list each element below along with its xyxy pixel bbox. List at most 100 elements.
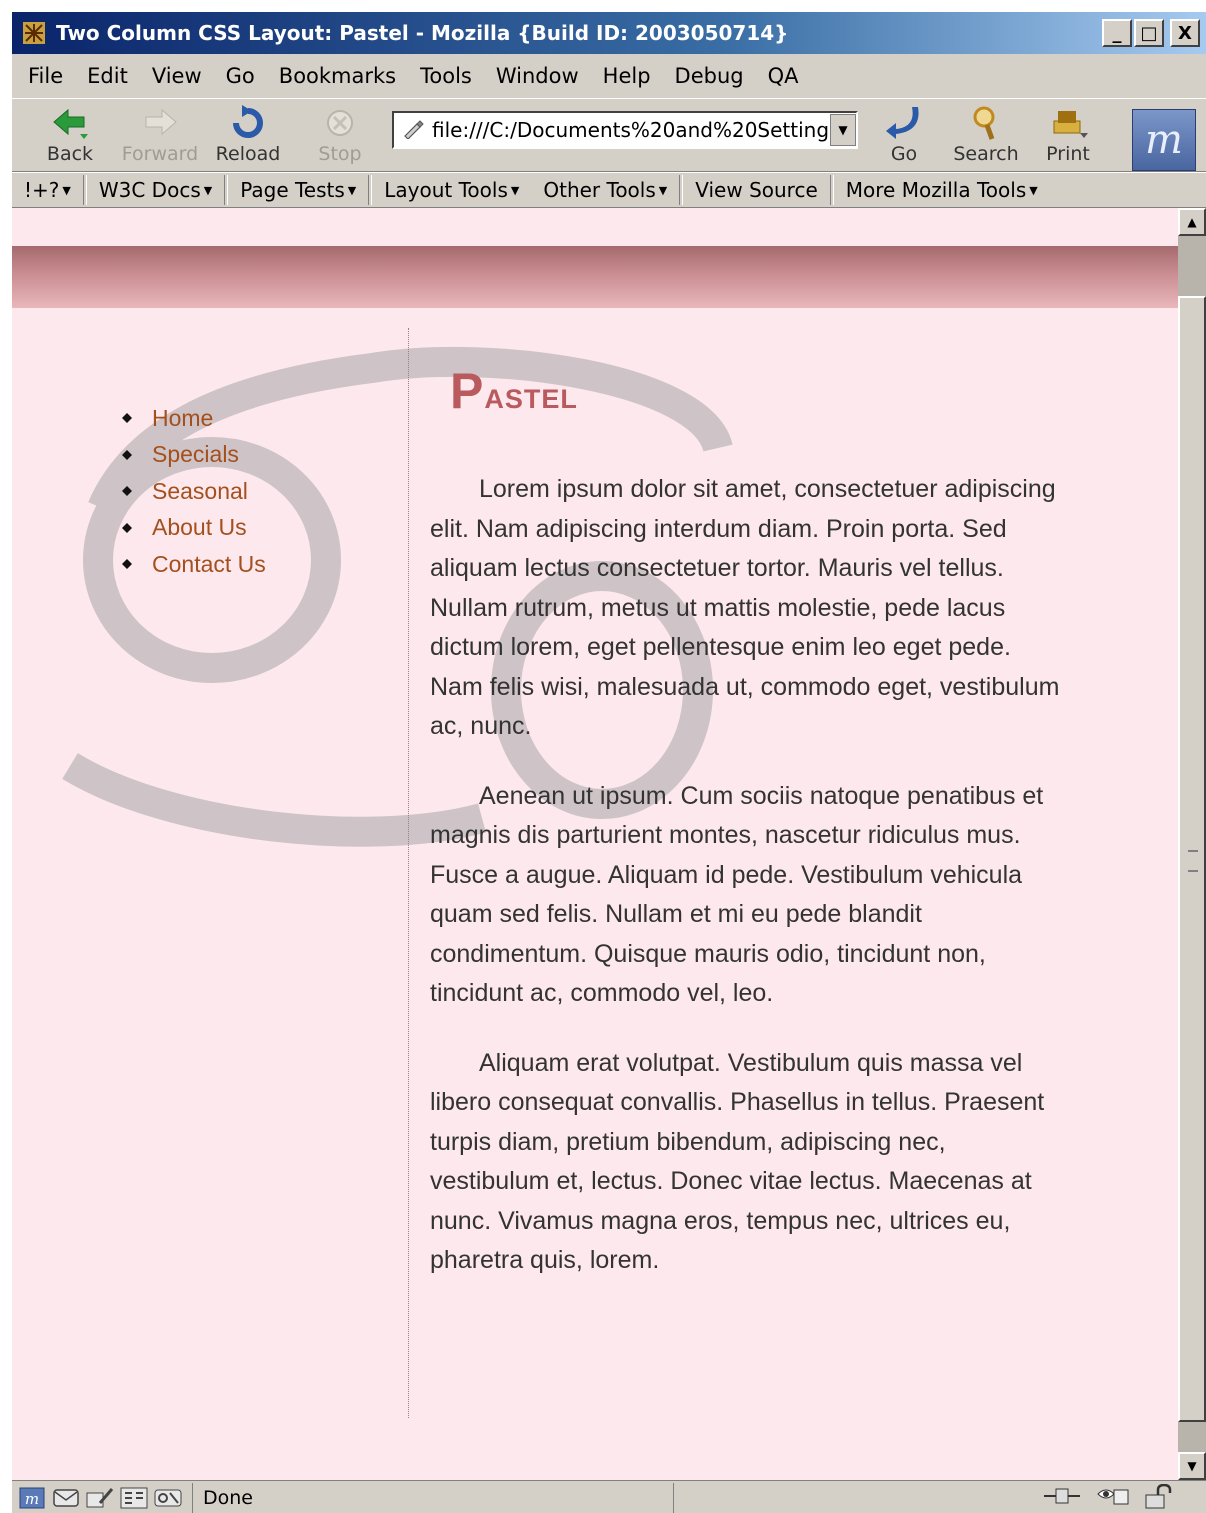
security-lock-icon[interactable] [1144, 1483, 1176, 1513]
throbber-label: m [1145, 117, 1183, 163]
menu-go[interactable]: Go [226, 64, 255, 88]
toolbar-more-mozilla-tools-label: More Mozilla Tools [845, 178, 1027, 202]
toolbar-bang-menu[interactable]: !+? ▼ [12, 173, 83, 207]
chevron-down-icon: ▼ [203, 183, 213, 197]
cookie-status-icon[interactable] [1096, 1484, 1130, 1513]
toolbar-page-tests-label: Page Tests [240, 178, 345, 202]
nav-item-seasonal[interactable]: Seasonal [122, 473, 266, 510]
content-paragraph: Lorem ipsum dolor sit amet, consectetuer… [430, 475, 1060, 740]
menu-file[interactable]: File [28, 64, 63, 88]
search-label: Search [953, 143, 1019, 165]
search-icon [966, 105, 1006, 141]
nav-link-contact-us[interactable]: Contact Us [152, 551, 266, 578]
menu-window[interactable]: Window [496, 64, 579, 88]
nav-item-home[interactable]: Home [122, 400, 266, 437]
go-arrow-icon [884, 105, 924, 141]
content-paragraph: Aliquam erat volutpat. Vestibulum quis m… [430, 1048, 1045, 1275]
diamond-bullet-icon [122, 486, 132, 497]
page-icon [402, 117, 424, 143]
maximize-button[interactable]: □ [1134, 19, 1164, 47]
toolbar-layout-tools-label: Layout Tools [384, 178, 508, 202]
nav-link-about-us[interactable]: About Us [152, 514, 247, 541]
address-book-icon[interactable] [120, 1486, 148, 1510]
header-banner [12, 246, 1178, 308]
chevron-down-icon: ▼ [347, 183, 357, 197]
throbber-mozilla-logo[interactable]: m [1132, 109, 1196, 171]
diamond-bullet-icon [122, 559, 132, 570]
chevron-down-icon: ▼ [510, 183, 520, 197]
nav-item-specials[interactable]: Specials [122, 437, 266, 474]
window-controls: _ □ X [1102, 19, 1200, 47]
page-title-rest: astel [484, 375, 578, 417]
search-button[interactable]: Search [946, 103, 1026, 165]
navigator-icon[interactable]: m [18, 1486, 46, 1510]
menu-qa[interactable]: QA [768, 64, 799, 88]
site-navigation: Home Specials Seasonal About Us Contact … [122, 400, 266, 583]
toolbar-bang-label: !+? [24, 178, 60, 202]
print-button[interactable]: Print [1028, 103, 1108, 165]
url-bar[interactable]: file:///C:/Documents%20and%20Setting ▼ [392, 111, 858, 149]
reload-button[interactable]: Reload [208, 103, 288, 165]
page-title-initial: P [450, 363, 485, 419]
close-button[interactable]: X [1170, 19, 1200, 47]
diamond-bullet-icon [122, 522, 132, 533]
print-label: Print [1046, 143, 1090, 165]
irc-chat-icon[interactable] [154, 1486, 182, 1510]
menu-edit[interactable]: Edit [87, 64, 128, 88]
nav-item-about-us[interactable]: About Us [122, 510, 266, 547]
forward-button[interactable]: Forward [120, 103, 200, 165]
scroll-down-arrow-icon: ▼ [1187, 1459, 1197, 1473]
composer-icon[interactable] [86, 1486, 114, 1510]
nav-link-seasonal[interactable]: Seasonal [152, 478, 248, 505]
page-viewport[interactable]: Home Specials Seasonal About Us Contact … [12, 208, 1178, 1480]
menu-help[interactable]: Help [603, 64, 651, 88]
scroll-up-button[interactable]: ▲ [1178, 208, 1206, 236]
nav-link-specials[interactable]: Specials [152, 441, 239, 468]
svg-text:m: m [25, 1490, 39, 1508]
vertical-scrollbar[interactable]: ▲ ▼ [1178, 208, 1206, 1480]
online-status-icon[interactable] [1042, 1484, 1082, 1513]
toolbar-w3c-docs-label: W3C Docs [98, 178, 201, 202]
reload-icon [228, 105, 268, 141]
mail-icon[interactable] [52, 1486, 80, 1510]
toolbar-more-mozilla-tools[interactable]: More Mozilla Tools ▼ [834, 173, 1050, 207]
back-button[interactable]: Back [30, 103, 110, 165]
stop-icon [320, 105, 360, 141]
toolbar-w3c-docs[interactable]: W3C Docs ▼ [87, 173, 224, 207]
nav-link-home[interactable]: Home [152, 405, 213, 432]
menu-tools[interactable]: Tools [420, 64, 472, 88]
column-divider [408, 328, 409, 1418]
minimize-button[interactable]: _ [1102, 19, 1132, 47]
scrollbar-grip [1188, 850, 1198, 872]
diamond-bullet-icon [122, 413, 132, 424]
close-icon: X [1178, 22, 1192, 44]
menu-bookmarks[interactable]: Bookmarks [279, 64, 396, 88]
personal-toolbar: !+? ▼ W3C Docs ▼ Page Tests ▼ Layout Tools ▼… [12, 172, 1206, 208]
back-label: Back [46, 143, 94, 165]
reload-label: Reload [215, 143, 281, 165]
scroll-down-button[interactable]: ▼ [1178, 1452, 1206, 1480]
go-label: Go [890, 143, 918, 165]
back-arrow-icon [50, 105, 90, 141]
content-paragraph: Aenean ut ipsum. Cum sociis natoque pena… [430, 781, 1044, 1008]
nav-item-contact-us[interactable]: Contact Us [122, 546, 266, 583]
menu-view[interactable]: View [152, 64, 202, 88]
maximize-icon: □ [1140, 22, 1158, 44]
url-text[interactable]: file:///C:/Documents%20and%20Setting [432, 118, 830, 142]
menu-bar: File Edit View Go Bookmarks Tools Window… [12, 56, 1206, 96]
toolbar-other-tools-label: Other Tools [543, 178, 656, 202]
toolbar-other-tools[interactable]: Other Tools ▼ [531, 173, 679, 207]
title-bar: Two Column CSS Layout: Pastel - Mozilla … [12, 12, 1206, 54]
stop-button[interactable]: Stop [300, 103, 380, 165]
url-dropdown-icon[interactable]: ▼ [830, 114, 856, 146]
mozilla-app-icon [20, 19, 48, 47]
main-content: Lorem ipsum dolor sit amet, consectetuer… [430, 470, 1066, 1311]
navigation-toolbar: Back Forward Reload Stop file:///C:/Docu… [12, 98, 1206, 172]
status-text: Done [192, 1482, 673, 1513]
toolbar-view-source[interactable]: View Source [683, 173, 830, 207]
toolbar-page-tests[interactable]: Page Tests ▼ [228, 173, 368, 207]
menu-debug[interactable]: Debug [675, 64, 744, 88]
scrollbar-thumb[interactable] [1178, 296, 1206, 1422]
toolbar-layout-tools[interactable]: Layout Tools ▼ [372, 173, 531, 207]
go-button[interactable]: Go [864, 103, 944, 165]
